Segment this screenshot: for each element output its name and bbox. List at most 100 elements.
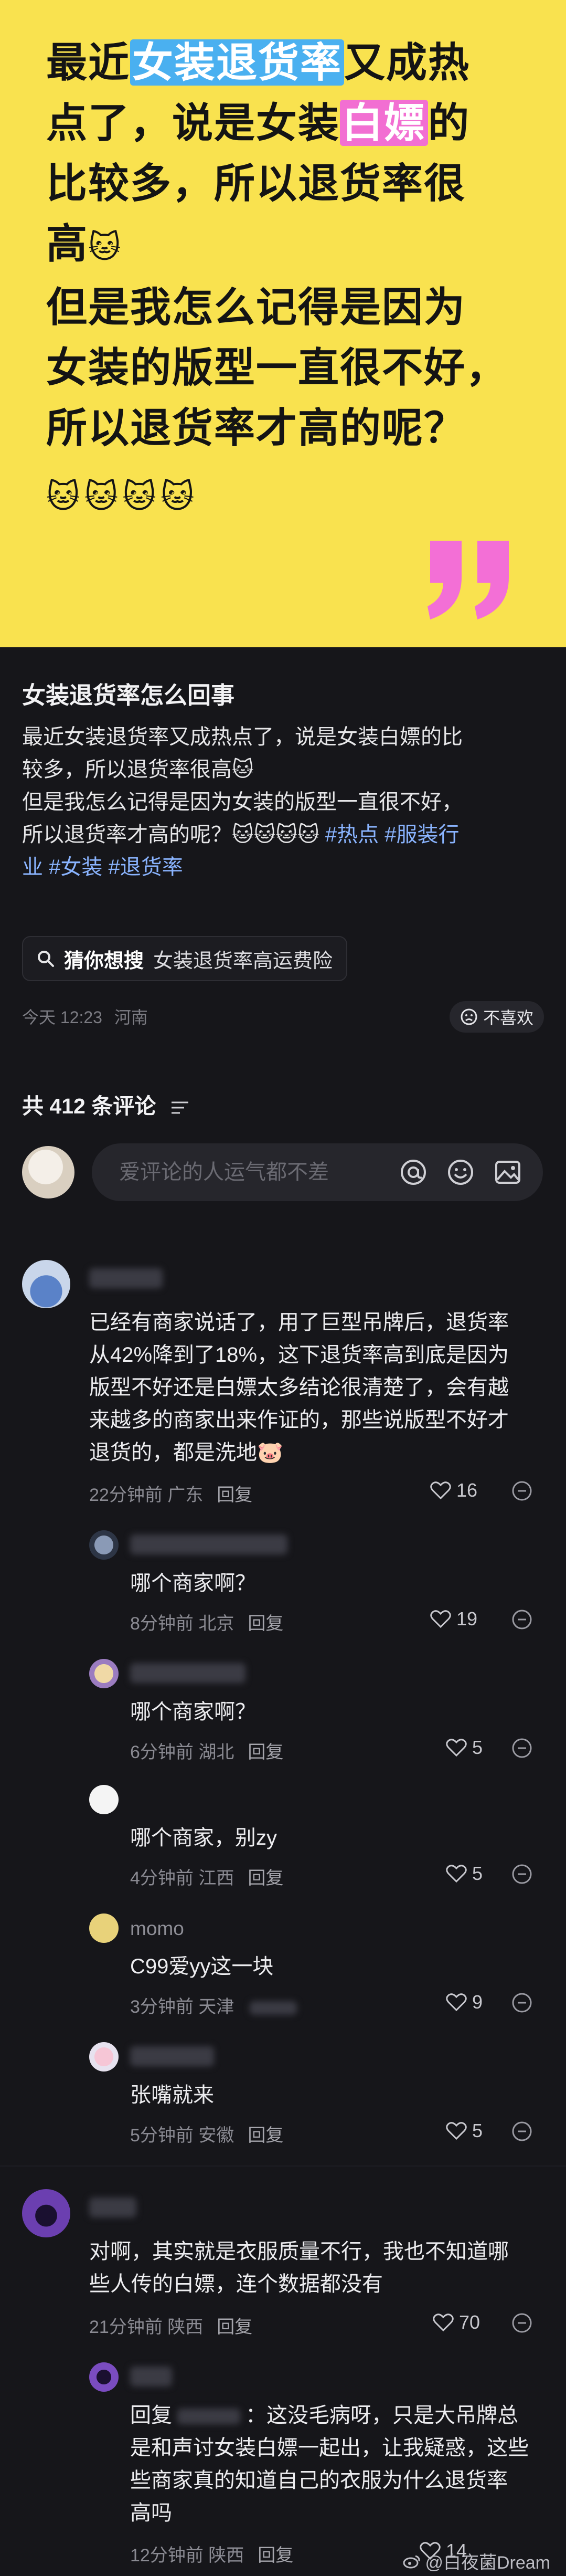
comment-item: 已经有商家说话了，用了巨型吊牌后，退货率 从42%降到了18%，这下退货率高到底… [0, 1260, 566, 1505]
reply-button[interactable]: 回复 [258, 2546, 293, 2566]
tag-industry-cont[interactable]: 业 [22, 856, 43, 879]
avatar[interactable] [89, 1659, 119, 1688]
comment-text: 哪个商家啊？ [130, 1572, 256, 1595]
avatar[interactable] [89, 1913, 119, 1943]
comment-username[interactable] [130, 2046, 214, 2071]
reply-item: 张嘴就来 5分钟前 安徽 回复 5 [0, 2042, 566, 2147]
unhappy-face-icon [461, 1008, 477, 1025]
like-button[interactable]: 19 [430, 1608, 477, 1630]
comment-text: 回复 ：这没毛病呀，只是大吊牌总 是和声讨女装白嫖一起出，让我疑惑，这些 些商家真… [130, 2404, 529, 2525]
comment-input-box[interactable] [92, 1143, 543, 1201]
more-options-icon[interactable] [511, 1609, 532, 1630]
reply-button[interactable]: 回复 [217, 1485, 252, 1505]
comment-meta: 22分钟前 广东 回复 [89, 1485, 253, 1505]
comment-text: 张嘴就来 [130, 2084, 214, 2107]
comment-text: 已经有商家说话了，用了巨型吊牌后，退货率 从42%降到了18%，这下退货率高到底… [89, 1311, 509, 1464]
comment-meta: 12分钟前 陕西 回复 [130, 2546, 294, 2566]
avatar[interactable] [22, 2189, 70, 2237]
tag-hot[interactable]: #热点 [325, 823, 379, 846]
image-icon[interactable] [492, 1156, 524, 1189]
reply-button[interactable]: 回复 [248, 1742, 283, 1762]
like-button[interactable]: 16 [430, 1479, 477, 1501]
reply-button[interactable]: 回复 [248, 1868, 283, 1888]
comment-meta: 6分钟前 湖北 回复 [130, 1742, 284, 1762]
comment-item: 对啊，其实就是衣服质量不行，我也不知道哪 些人传的白嫖，连个数据都没有 21分钟… [0, 2189, 566, 2347]
more-options-icon[interactable] [511, 1738, 532, 1759]
highlight-freeload: 白嫖 [340, 100, 429, 146]
more-options-icon[interactable] [511, 1992, 532, 2013]
tag-industry[interactable]: #服装行 [385, 823, 459, 846]
comment-username[interactable] [130, 2367, 172, 2391]
comment-meta: 8分钟前 北京 回复 [130, 1614, 284, 1634]
heart-icon [433, 2314, 454, 2332]
comment-username[interactable] [89, 2198, 136, 2222]
post-time: 今天 12:23 [22, 1008, 102, 1027]
post-location: 河南 [114, 1008, 148, 1027]
suggested-search-query[interactable]: 女装退货率高运费险 [153, 944, 333, 973]
heart-icon [430, 1481, 451, 1500]
suggested-search-label: 猜你想搜 [64, 950, 144, 972]
like-button[interactable]: 5 [446, 2120, 483, 2142]
reply-button[interactable]: 回复 [248, 2126, 283, 2146]
avatar[interactable] [89, 1530, 119, 1560]
post-meta: 今天 12:23 河南 [22, 1004, 148, 1028]
reply-button[interactable]: 回复 [217, 2317, 252, 2337]
my-avatar[interactable] [22, 1146, 74, 1198]
search-icon [38, 951, 54, 967]
heart-icon [446, 1865, 467, 1883]
more-options-icon[interactable] [511, 1480, 532, 1501]
reply-item: 哪个商家，别zy 4分钟前 江西 回复 5 [0, 1785, 566, 1890]
comment-text: 对啊，其实就是衣服质量不行，我也不知道哪 些人传的白嫖，连个数据都没有 [89, 2240, 509, 2296]
more-options-icon[interactable] [511, 2312, 532, 2333]
reply-button[interactable]: 回复 [248, 1614, 283, 1634]
like-button[interactable]: 5 [446, 1863, 483, 1885]
like-button[interactable]: 70 [433, 2311, 480, 2333]
heart-icon [446, 1739, 467, 1757]
heart-icon [446, 1993, 467, 2012]
comment-meta: 4分钟前 江西 回复 [130, 1868, 284, 1888]
highlight-return-rate: 女装退货率 [130, 39, 345, 86]
reply-item: 哪个商家啊？ 8分钟前 北京 回复 19 [0, 1530, 566, 1635]
like-button[interactable]: 5 [446, 1737, 483, 1759]
comment-text: 哪个商家啊？ [130, 1700, 256, 1723]
reply-item: momo C99爱yy这一块 3分钟前 天津 9 [0, 1913, 566, 2018]
dislike-button[interactable]: 不喜欢 [449, 1001, 544, 1033]
at-icon[interactable] [397, 1156, 430, 1189]
emoji-icon[interactable] [444, 1156, 477, 1189]
suggested-search[interactable]: 猜你想搜 女装退货率高运费险 [22, 936, 348, 981]
avatar[interactable] [89, 2362, 119, 2392]
post-body: 最近女装退货率又成热点了，说是女装白嫖的比 较多，所以退货率很高🐱 但是我怎么记… [22, 726, 463, 879]
comment-count: 共 412 条评论 [22, 1088, 189, 1120]
weibo-logo-icon [403, 2555, 421, 2568]
comment-meta: 5分钟前 安徽 回复 [130, 2126, 284, 2146]
sort-icon[interactable] [170, 1100, 189, 1116]
quote-mark-icon [428, 541, 509, 619]
comment-meta: 3分钟前 天津 [130, 1992, 297, 2018]
post-title: 女装退货率怎么回事 [22, 682, 235, 709]
avatar[interactable] [89, 2042, 119, 2072]
comment-username[interactable] [89, 1268, 163, 1293]
more-options-icon[interactable] [511, 2121, 532, 2142]
heart-icon [446, 2122, 467, 2140]
avatar[interactable] [22, 1260, 70, 1308]
comment-text: C99爱yy这一块 [130, 1955, 274, 1978]
comment-input[interactable] [118, 1160, 397, 1185]
comment-text: 哪个商家，别zy [130, 1826, 277, 1849]
cover-text: 最近女装退货率又成热 点了，说是女装白嫖的 比较多，所以退货率很 高🐱 但是我怎… [46, 33, 529, 527]
watermark: @白夜菌Dream [403, 2548, 550, 2574]
comment-username[interactable] [130, 1534, 287, 1559]
more-options-icon[interactable] [511, 1864, 532, 1885]
reply-item: 哪个商家啊？ 6分钟前 湖北 回复 5 [0, 1659, 566, 1764]
like-button[interactable]: 9 [446, 1991, 483, 2013]
tag-return-rate[interactable]: #退货率 [109, 856, 183, 879]
cat-emoji: 🐱 [88, 229, 122, 265]
comment-username[interactable] [130, 1663, 245, 1688]
comment-divider [0, 2165, 566, 2167]
comment-meta: 21分钟前 陕西 回复 [89, 2317, 253, 2337]
reply-item: 回复 ：这没毛病呀，只是大吊牌总 是和声讨女装白嫖一起出，让我疑惑，这些 些商家真… [0, 2362, 566, 2572]
avatar[interactable] [89, 1785, 119, 1814]
cat-emoji-row: 🐱🐱🐱🐱 [46, 478, 199, 515]
heart-icon [430, 1610, 451, 1628]
comment-username[interactable]: momo [130, 1918, 184, 1940]
tag-women[interactable]: #女装 [49, 856, 102, 879]
